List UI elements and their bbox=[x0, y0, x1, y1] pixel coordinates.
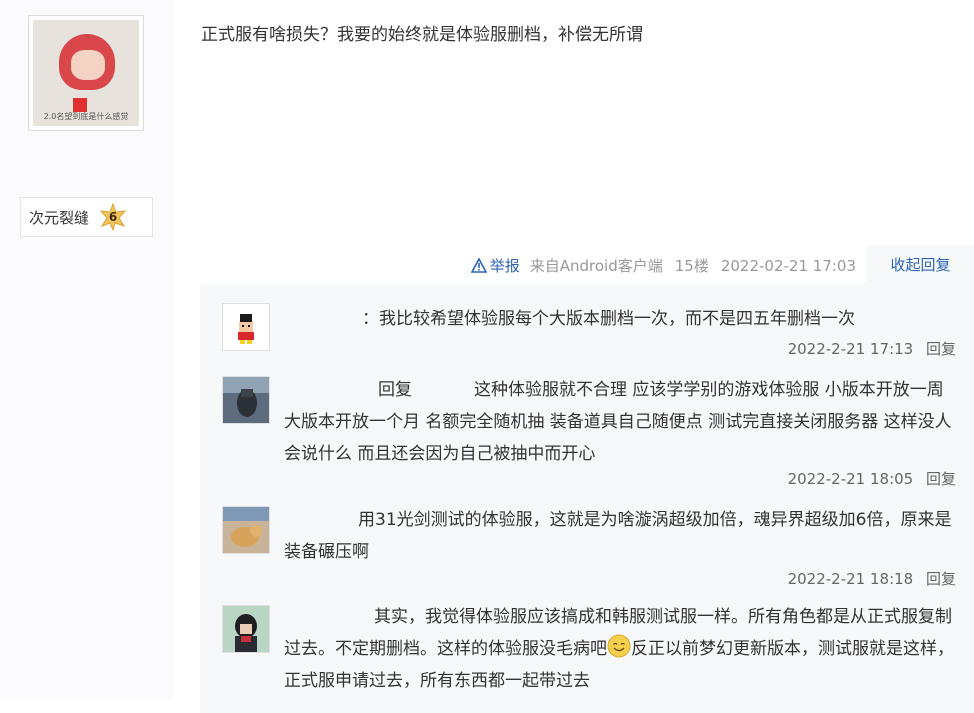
reply-button[interactable]: 回复 bbox=[926, 570, 956, 588]
post-tail: 举报 来自Android客户端 15楼 2022-02-21 17:03 bbox=[470, 255, 856, 276]
author-name[interactable]: 次元裂缝 bbox=[29, 207, 89, 228]
reply-time: 2022-2-21 17:13 bbox=[787, 340, 914, 358]
smile-emoji-icon bbox=[607, 634, 631, 658]
post-floor: 15楼 bbox=[674, 257, 709, 275]
reply-button[interactable]: 回复 bbox=[926, 470, 956, 488]
post-content: 正式服有啥损失？我要的始终就是体验服删档，补偿无所谓 bbox=[201, 25, 643, 45]
post-datetime: 2022-02-21 17:03 bbox=[720, 256, 856, 275]
reply-avatar[interactable] bbox=[222, 506, 270, 554]
author-name-card[interactable]: 次元裂缝 6 bbox=[20, 197, 153, 237]
reply-time: 2022-2-21 18:05 bbox=[787, 470, 914, 488]
reply-list: ：我比较希望体验服每个大版本删档一次，而不是四五年删档一次 2022-2-21 … bbox=[200, 283, 974, 713]
reply-avatar[interactable] bbox=[222, 605, 270, 653]
reply-meta: 2022-2-21 17:13 回复 bbox=[788, 338, 956, 359]
reply-avatar[interactable] bbox=[222, 376, 270, 424]
avatar-caption: 2.0名望到底是什么感觉 bbox=[43, 112, 129, 121]
warning-icon bbox=[470, 258, 487, 273]
reply-text: 回复 这种体验服就不合理 应该学学别的游戏体验服 小版本开放一周 大版本开放一个月… bbox=[284, 380, 952, 464]
post-source: 来自Android客户端 bbox=[529, 257, 663, 275]
reply-time: 2022-2-21 18:18 bbox=[787, 570, 914, 588]
collapse-replies-button[interactable]: 收起回复 bbox=[867, 245, 974, 283]
reply-text: 其实，我觉得体验服应该搞成和韩服测试服一样。所有角色都是从正式服复制过去。不定期… bbox=[284, 607, 954, 691]
author-avatar[interactable]: 2.0名望到底是什么感觉 bbox=[28, 15, 144, 131]
reply-text: ：我比较希望体验服每个大版本删档一次，而不是四五年删档一次 bbox=[362, 309, 855, 329]
level-badge: 6 bbox=[99, 203, 127, 231]
reply-text: 用31光剑测试的体验服，这就是为啥漩涡超级加倍，魂异界超级加6倍，原来是装备碾压… bbox=[284, 510, 952, 562]
report-link[interactable]: 举报 bbox=[470, 255, 520, 276]
reply-button[interactable]: 回复 bbox=[926, 340, 956, 358]
reply-meta: 2022-2-21 18:18 回复 bbox=[788, 568, 956, 589]
avatar-image: 2.0名望到底是什么感觉 bbox=[33, 20, 139, 126]
reply-avatar[interactable] bbox=[222, 303, 270, 351]
reply-meta: 2022-2-21 18:05 回复 bbox=[788, 468, 956, 489]
